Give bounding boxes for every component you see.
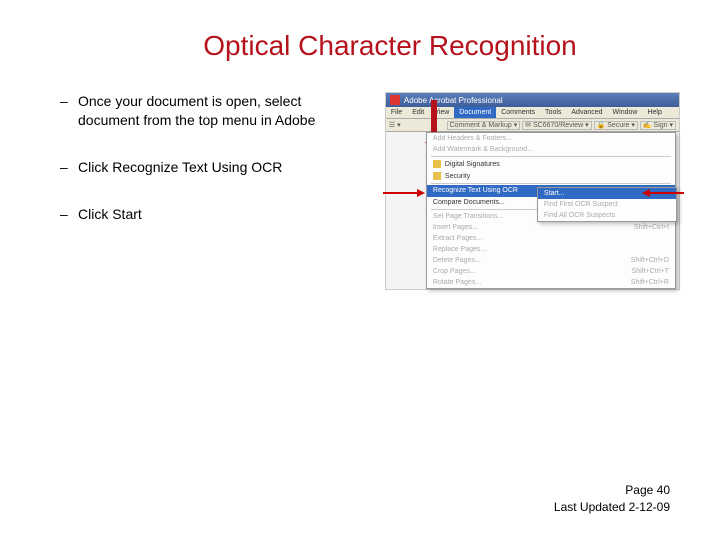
menu-item-crop[interactable]: Crop Pages... Shift+Ctrl+T — [427, 266, 675, 277]
menu-item-watermark[interactable]: Add Watermark & Background... — [427, 144, 675, 155]
list-item: Click Start — [60, 205, 365, 224]
window-title: Adobe Acrobat Professional — [404, 96, 503, 105]
menu-item-replace[interactable]: Replace Pages... — [427, 244, 675, 255]
last-updated: Last Updated 2-12-09 — [554, 499, 670, 516]
callout-arrow-icon — [642, 189, 684, 197]
slide: Optical Character Recognition Once your … — [0, 0, 720, 540]
menu-separator — [431, 156, 671, 157]
menu-file[interactable]: File — [386, 107, 407, 118]
menu-window[interactable]: Window — [608, 107, 643, 118]
toolbar-comment[interactable]: Comment & Markup ▾ — [447, 121, 521, 130]
pdf-icon — [390, 95, 400, 105]
menu-item-signatures[interactable]: Digital Signatures — [427, 158, 675, 170]
menu-separator — [431, 183, 671, 184]
submenu-item-find-all[interactable]: Find All OCR Suspects — [538, 210, 676, 221]
list-item: Click Recognize Text Using OCR — [60, 158, 365, 177]
menu-item-extract[interactable]: Extract Pages... — [427, 233, 675, 244]
document-menu-dropdown: Add Headers & Footers... Add Watermark &… — [426, 132, 676, 289]
toolbar-sign[interactable]: ✍ Sign ▾ — [640, 121, 676, 130]
lock-icon — [433, 172, 441, 180]
toolbar-send[interactable]: ✉ SC6670/Review ▾ — [522, 121, 591, 130]
slide-footer: Page 40 Last Updated 2-12-09 — [554, 482, 670, 516]
toolbar-secure[interactable]: 🔒 Secure ▾ — [594, 121, 638, 130]
content-row: Once your document is open, select docum… — [60, 92, 680, 290]
instruction-list: Once your document is open, select docum… — [60, 92, 365, 290]
menu-item-rotate[interactable]: Rotate Pages... Shift+Ctrl+R — [427, 277, 675, 288]
menu-item-security[interactable]: Security — [427, 170, 675, 182]
menu-advanced[interactable]: Advanced — [566, 107, 607, 118]
list-item: Once your document is open, select docum… — [60, 92, 365, 130]
submenu-item-find-first[interactable]: Find First OCR Suspect — [538, 199, 676, 210]
menu-item-headers[interactable]: Add Headers & Footers... — [427, 133, 675, 144]
page-number: Page 40 — [554, 482, 670, 499]
page-title: Optical Character Recognition — [100, 30, 680, 62]
menu-item-delete[interactable]: Delete Pages... Shift+Ctrl+D — [427, 255, 675, 266]
menu-document[interactable]: Document — [454, 107, 496, 118]
menu-tools[interactable]: Tools — [540, 107, 566, 118]
menu-comments[interactable]: Comments — [496, 107, 540, 118]
toolbar-left[interactable]: ☰ ▾ — [389, 121, 401, 129]
menu-item-insert[interactable]: Insert Pages... Shift+Ctrl+I — [427, 222, 675, 233]
menu-help[interactable]: Help — [642, 107, 666, 118]
signature-icon — [433, 160, 441, 168]
callout-arrow-icon — [383, 189, 425, 197]
